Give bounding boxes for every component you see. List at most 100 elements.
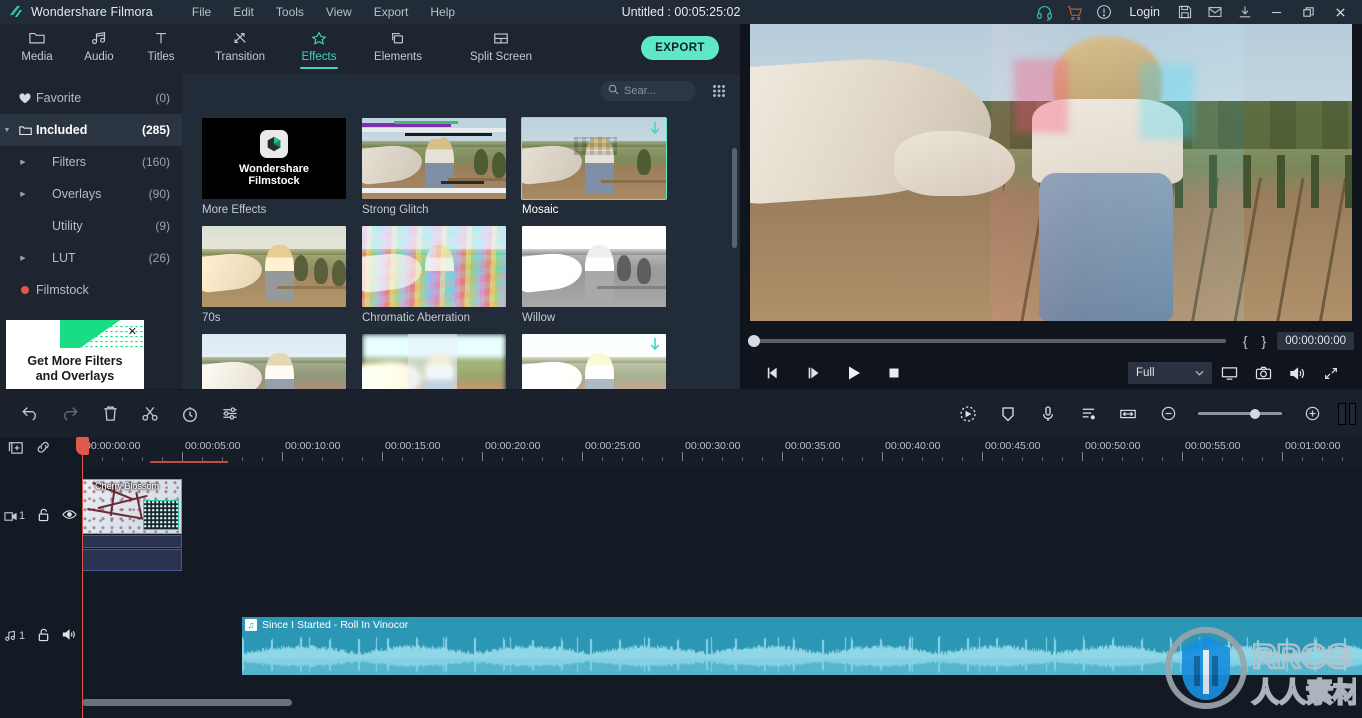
sidebar-item-filters[interactable]: ▶ Filters (160) — [0, 146, 182, 178]
sidebar-item-lut[interactable]: ▶ LUT (26) — [0, 242, 182, 274]
prev-frame-icon[interactable] — [754, 359, 794, 387]
tab-transition[interactable]: Transition — [192, 24, 288, 70]
download-icon[interactable] — [1230, 0, 1260, 24]
sidebar-item-filmstock[interactable]: Filmstock — [0, 274, 182, 306]
export-button[interactable]: EXPORT — [641, 36, 719, 60]
effect-card-strong-glitch[interactable]: Strong Glitch — [362, 118, 522, 216]
close-icon[interactable]: ✕ — [128, 325, 137, 338]
sidebar-item-utility[interactable]: Utility (9) — [0, 210, 182, 242]
clip-audio-band-upper[interactable] — [82, 535, 182, 548]
effects-grid: Wondershare Filmstock More Effects Stron… — [182, 108, 740, 389]
sparkle-star-icon — [310, 28, 328, 48]
sidebar-item-overlays[interactable]: ▶ Overlays (90) — [0, 178, 182, 210]
audio-mixer-icon[interactable] — [1068, 397, 1108, 431]
effects-grid-scroll[interactable]: Wondershare Filmstock More Effects Stron… — [182, 108, 740, 389]
scrubber-handle[interactable] — [748, 334, 760, 347]
tab-elements[interactable]: Elements — [350, 24, 446, 70]
effect-card-row3-2[interactable] — [362, 334, 522, 389]
motion-tracking-icon[interactable] — [948, 397, 988, 431]
playhead[interactable] — [76, 437, 89, 718]
menu-view[interactable]: View — [315, 0, 363, 24]
link-icon[interactable] — [35, 439, 52, 458]
playhead-handle[interactable] — [76, 437, 89, 455]
tab-titles[interactable]: Titles — [130, 24, 192, 70]
video-track-lane[interactable]: Cherry Blossom — [82, 467, 1362, 571]
mark-in-button[interactable]: { — [1236, 333, 1255, 349]
timeline-hscrollbar-thumb[interactable] — [82, 699, 292, 706]
search-input[interactable] — [624, 85, 686, 97]
volume-icon[interactable] — [1280, 359, 1314, 387]
minimize-icon[interactable] — [1260, 0, 1292, 24]
grid-view-icon[interactable] — [708, 80, 730, 102]
preview-scrubber[interactable] — [748, 334, 1226, 347]
tab-effects[interactable]: Effects — [288, 24, 350, 70]
split-scissors-icon[interactable] — [130, 397, 170, 431]
speaker-icon[interactable] — [62, 628, 77, 644]
video-preview-canvas[interactable] — [750, 24, 1352, 321]
tab-media[interactable]: Media — [6, 24, 68, 70]
render-preview-icon[interactable] — [1338, 402, 1356, 425]
quality-select[interactable]: Full — [1128, 362, 1212, 384]
zoom-out-icon[interactable] — [1148, 397, 1188, 431]
delete-icon[interactable] — [90, 397, 130, 431]
effect-name: Chromatic Aberration — [362, 312, 471, 324]
ruler-label: 00:00:05:00 — [185, 440, 241, 452]
zoom-slider[interactable] — [1198, 408, 1282, 419]
timeline-ruler[interactable]: 00:00:00:00 00:00:05:00 00:00:10:00 00:0… — [82, 437, 1362, 467]
sidebar-item-included[interactable]: ▼ Included (285) — [0, 114, 182, 146]
menu-help[interactable]: Help — [419, 0, 466, 24]
timeline-clip-video[interactable]: Cherry Blossom — [82, 479, 182, 534]
cart-icon[interactable] — [1059, 0, 1089, 24]
snapshot-camera-icon[interactable] — [1246, 359, 1280, 387]
add-track-icon[interactable] — [8, 439, 25, 458]
close-icon[interactable] — [1324, 0, 1356, 24]
eye-icon[interactable] — [62, 509, 77, 523]
mosaic-effect-badge[interactable] — [143, 500, 179, 530]
undo-icon[interactable] — [10, 397, 50, 431]
mark-out-button[interactable]: } — [1255, 333, 1274, 349]
tab-audio[interactable]: Audio — [68, 24, 130, 70]
effect-card-more-effects[interactable]: Wondershare Filmstock More Effects — [202, 118, 362, 216]
effect-card-mosaic[interactable]: Mosaic — [521, 117, 682, 216]
sidebar-item-favorite[interactable]: Favorite (0) — [0, 82, 182, 114]
menu-edit[interactable]: Edit — [222, 0, 265, 24]
download-icon[interactable] — [650, 338, 660, 354]
clip-audio-band-lower[interactable] — [82, 549, 182, 571]
mask-shield-icon[interactable] — [988, 397, 1028, 431]
voiceover-mic-icon[interactable] — [1028, 397, 1068, 431]
redo-icon[interactable] — [50, 397, 90, 431]
module-tabbar: Media Audio Titles Transition Effects El… — [0, 24, 740, 74]
menu-export[interactable]: Export — [363, 0, 420, 24]
info-icon[interactable] — [1089, 0, 1119, 24]
download-icon[interactable] — [650, 122, 660, 138]
tab-split-screen[interactable]: Split Screen — [446, 24, 556, 70]
mail-icon[interactable] — [1200, 0, 1230, 24]
fullscreen-icon[interactable] — [1314, 359, 1348, 387]
unlock-icon[interactable] — [37, 628, 50, 645]
effect-card-willow[interactable]: Willow — [522, 226, 682, 324]
menu-tools[interactable]: Tools — [265, 0, 315, 24]
effect-card-row3-3[interactable] — [522, 334, 682, 389]
login-button[interactable]: Login — [1119, 5, 1170, 19]
effect-card-row3-1[interactable] — [202, 334, 362, 389]
zoom-slider-handle[interactable] — [1250, 408, 1260, 419]
effect-card-chromatic-aberration[interactable]: Chromatic Aberration — [362, 226, 522, 324]
zoom-in-icon[interactable] — [1292, 397, 1332, 431]
headset-icon[interactable] — [1029, 0, 1059, 24]
effects-scrollbar[interactable] — [732, 148, 737, 248]
ruler-label: 00:01:00:00 — [1285, 440, 1341, 452]
save-icon[interactable] — [1170, 0, 1200, 24]
promo-banner[interactable]: ✕ Get More Filters and Overlays — [6, 320, 144, 392]
maximize-icon[interactable] — [1292, 0, 1324, 24]
effect-card-70s[interactable]: 70s — [202, 226, 362, 324]
settings-sliders-icon[interactable] — [210, 397, 250, 431]
unlock-icon[interactable] — [37, 508, 50, 525]
stop-icon[interactable] — [874, 359, 914, 387]
next-frame-icon[interactable] — [794, 359, 834, 387]
display-settings-icon[interactable] — [1212, 359, 1246, 387]
menu-file[interactable]: File — [181, 0, 222, 24]
duration-clock-icon[interactable] — [170, 397, 210, 431]
fit-timeline-icon[interactable] — [1108, 397, 1148, 431]
search-box[interactable] — [600, 81, 696, 101]
play-icon[interactable] — [834, 359, 874, 387]
